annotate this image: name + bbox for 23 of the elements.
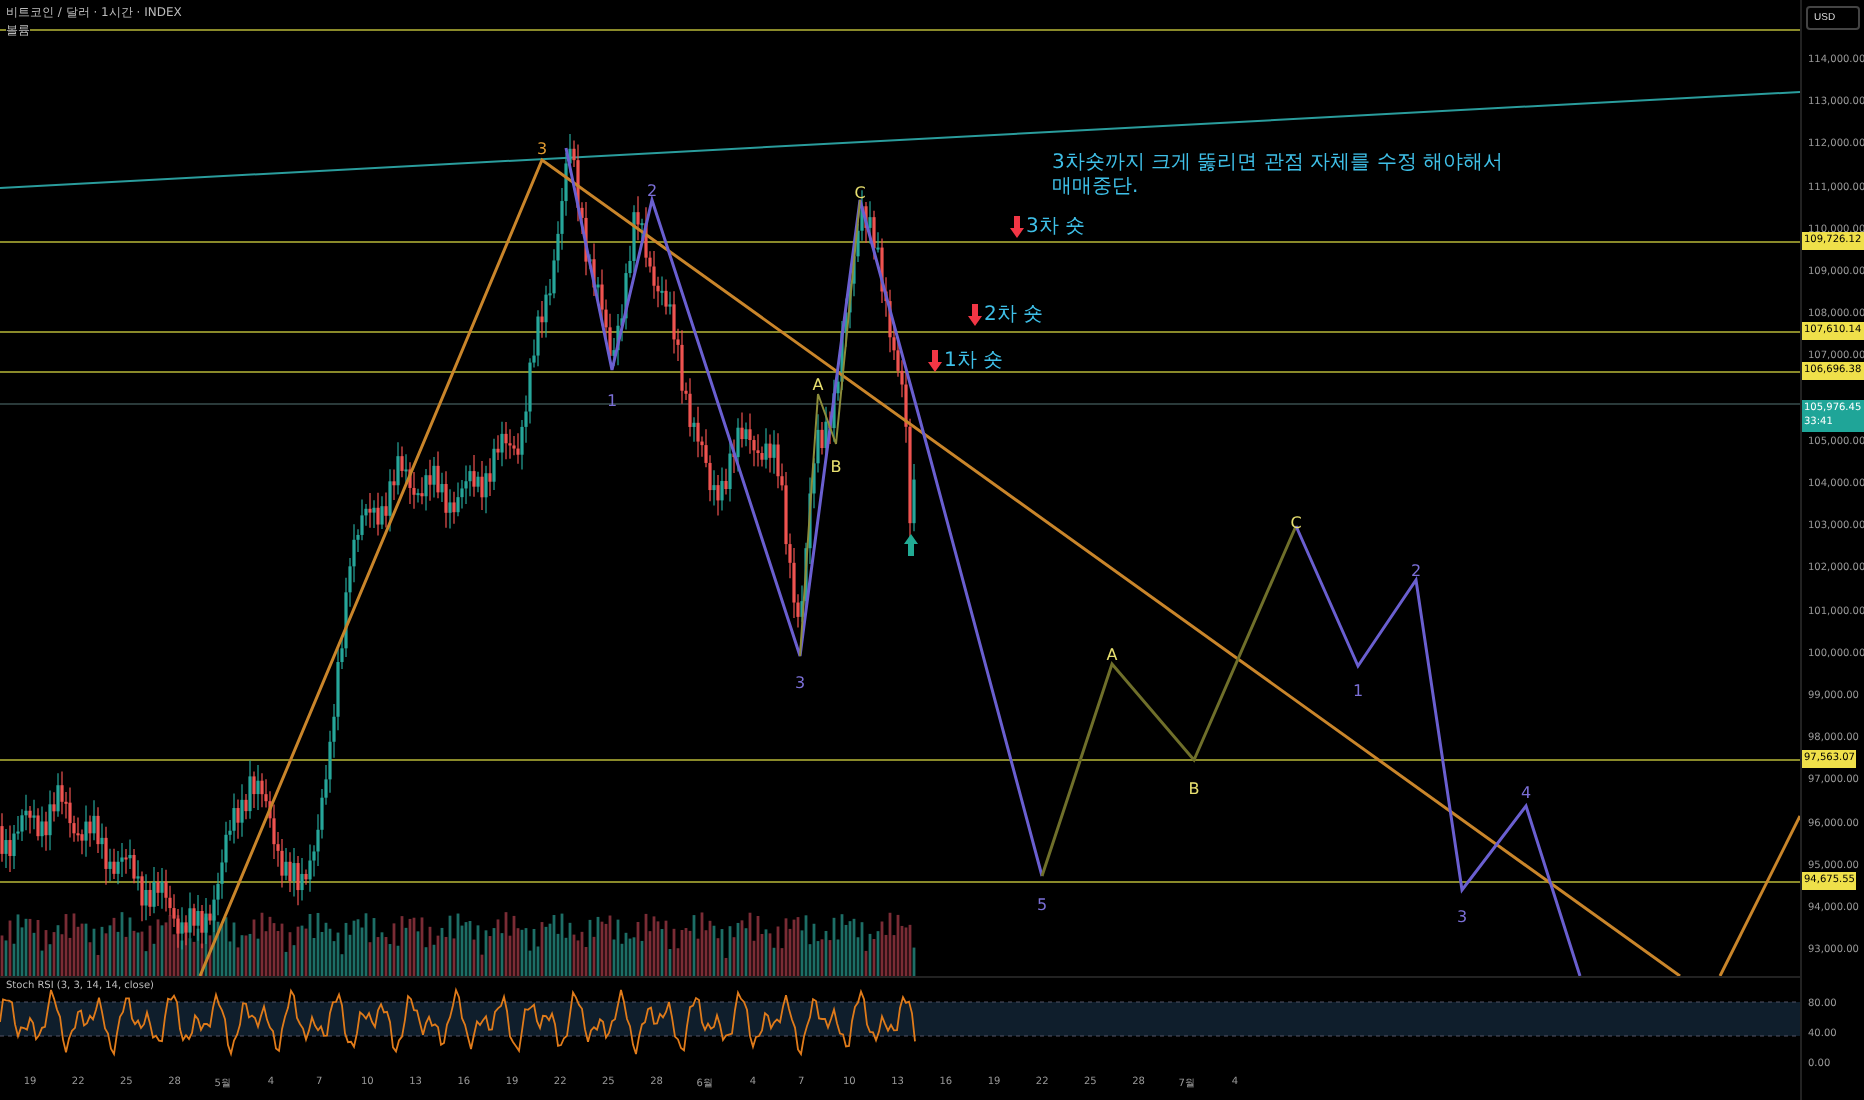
entry-label: 2차 숏 [984, 302, 1044, 328]
entry-label: 1차 숏 [944, 348, 1004, 374]
wave-label: A [812, 378, 824, 394]
up-arrow-icon [904, 534, 918, 556]
wave-label: 2 [646, 184, 658, 200]
down-arrow-icon [1010, 215, 1024, 237]
entry-label: 3차 숏 [1026, 214, 1086, 240]
wave-label: C [854, 186, 866, 202]
wave-label: 3 [536, 142, 548, 158]
wave-label: 4 [1520, 786, 1532, 802]
down-arrow-icon [968, 303, 982, 325]
wave-label: 1 [606, 394, 618, 410]
wave-label: 1 [1352, 684, 1364, 700]
note-text: 3차숏까지 크게 뚫리면 관점 자체를 수정 해야해서 매매중단. [1052, 152, 1505, 200]
wave-label: 5 [1036, 898, 1048, 914]
wave-label: 2 [1410, 564, 1422, 580]
wave-label: B [1188, 782, 1200, 798]
wave-label: C [1290, 516, 1302, 532]
wave-label: 3 [1456, 910, 1468, 926]
wave-label: 3 [794, 676, 806, 692]
wave-label: A [1106, 648, 1118, 664]
wave-label: B [830, 460, 842, 476]
down-arrow-icon [928, 349, 942, 371]
